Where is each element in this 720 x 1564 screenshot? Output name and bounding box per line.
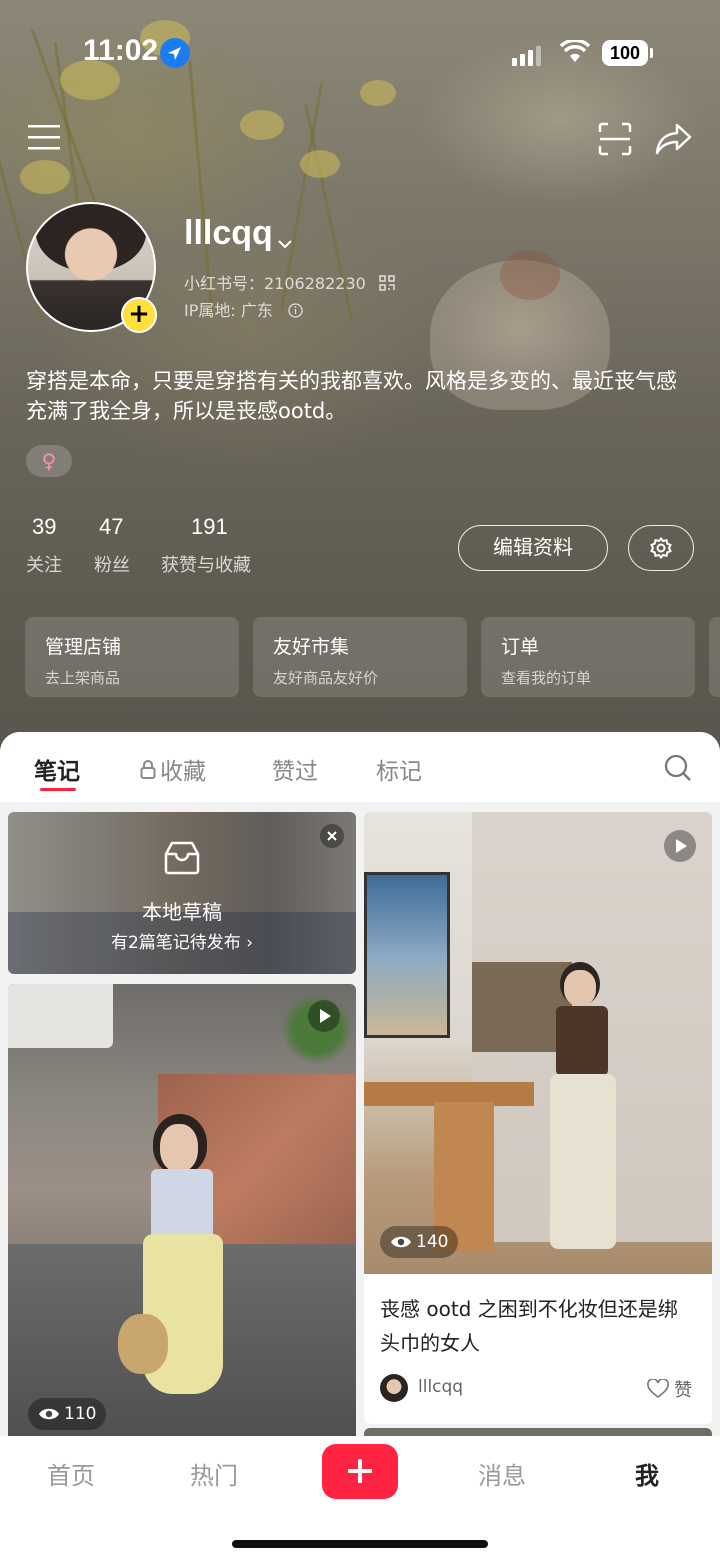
username: lllcqq: [184, 214, 273, 252]
search-icon[interactable]: [664, 754, 692, 786]
close-icon[interactable]: [320, 824, 344, 848]
tab-collections-label: 收藏: [160, 759, 206, 785]
tab-notes[interactable]: 笔记: [34, 752, 80, 786]
stat-following-value: 39: [32, 514, 57, 539]
tab-collections[interactable]: 收藏: [140, 752, 206, 786]
stat-likes-value: 191: [191, 514, 228, 539]
eye-icon: [39, 1408, 59, 1420]
nav-hot[interactable]: 热门: [190, 1456, 238, 1491]
heart-icon: [647, 1378, 669, 1399]
orders-card[interactable]: 订单 查看我的订单: [481, 617, 695, 697]
stat-followers-value: 47: [99, 514, 124, 539]
view-count: 140: [416, 1232, 449, 1252]
home-indicator: [232, 1540, 488, 1548]
stat-followers-label: 粉丝: [94, 555, 130, 576]
stat-following-label: 关注: [26, 555, 62, 576]
profile-bio: 穿搭是本命，只要是穿搭有关的我都喜欢。风格是多变的、最近丧气感充满了我全身，所以…: [26, 369, 677, 423]
nav-messages[interactable]: 消息: [478, 1456, 526, 1491]
card-subtitle: 查看我的订单: [501, 669, 592, 687]
scan-icon[interactable]: [598, 122, 632, 160]
ip-location-text: IP属地: 广东: [184, 301, 273, 320]
status-time: 11:02: [83, 34, 159, 67]
active-tab-underline: [40, 788, 76, 791]
info-icon[interactable]: [288, 303, 303, 322]
content-tabs: 笔记 收藏 赞过 标记: [0, 732, 720, 802]
card-title: 管理店铺: [45, 636, 122, 658]
drafts-box-icon: [162, 840, 202, 880]
status-bar: 11:02 100: [0, 0, 720, 100]
friendly-market-card[interactable]: 友好市集 友好商品友好价: [253, 617, 467, 697]
tab-tagged[interactable]: 标记: [376, 752, 422, 786]
view-count-badge: 110: [28, 1398, 107, 1430]
tab-liked[interactable]: 赞过: [272, 752, 318, 786]
post-image: 140: [364, 812, 712, 1274]
wifi-icon: [559, 38, 591, 68]
eye-icon: [391, 1236, 411, 1248]
card-subtitle: 去上架商品: [45, 669, 121, 687]
author-avatar[interactable]: [380, 1374, 408, 1402]
qr-code-icon[interactable]: [379, 275, 395, 295]
cellular-signal-icon: [512, 42, 546, 66]
menu-icon[interactable]: [28, 123, 62, 155]
lock-icon: [140, 760, 156, 784]
settings-button[interactable]: [628, 525, 694, 571]
post-card-left[interactable]: 110: [8, 984, 356, 1444]
user-id-text: 小红书号：2106282230: [184, 274, 366, 293]
plus-icon: [348, 1459, 372, 1483]
like-label: 赞: [674, 1380, 693, 1401]
gender-female-icon: ♀: [26, 445, 72, 477]
create-post-button[interactable]: [322, 1444, 398, 1499]
bottom-nav: 首页 热门 消息 我: [0, 1436, 720, 1564]
manage-store-card[interactable]: 管理店铺 去上架商品: [25, 617, 239, 697]
nav-me[interactable]: 我: [635, 1456, 659, 1491]
add-avatar-button[interactable]: +: [121, 297, 157, 333]
drafts-subtitle: 有2篇笔记待发布 ›: [110, 933, 254, 953]
more-card-peek[interactable]: [709, 617, 720, 697]
card-subtitle: 友好商品友好价: [273, 669, 379, 687]
post-title: 丧感 ootd 之困到不化妆但还是绑头巾的女人: [380, 1297, 678, 1355]
card-title: 友好市集: [273, 636, 350, 658]
battery-tip: [650, 48, 653, 58]
card-title: 订单: [501, 636, 540, 658]
ip-location: IP属地: 广东: [184, 297, 303, 322]
author-name[interactable]: lllcqq: [418, 1377, 463, 1397]
post-card-right[interactable]: 140 丧感 ootd 之困到不化妆但还是绑头巾的女人 lllcqq 赞: [364, 812, 712, 1424]
video-play-icon: [308, 1000, 340, 1032]
chevron-down-icon[interactable]: [278, 234, 292, 253]
nav-home[interactable]: 首页: [47, 1456, 95, 1491]
location-arrow-icon: [160, 38, 190, 68]
video-play-icon: [664, 830, 696, 862]
user-id: 小红书号：2106282230: [184, 270, 395, 295]
view-count-badge: 140: [380, 1226, 459, 1258]
edit-profile-button[interactable]: 编辑资料: [458, 525, 608, 571]
battery-indicator: 100: [602, 40, 648, 66]
local-drafts-card[interactable]: 本地草稿 有2篇笔记待发布 ›: [8, 812, 356, 974]
stat-likes-label: 获赞与收藏: [161, 555, 251, 576]
view-count: 110: [64, 1404, 97, 1424]
share-icon[interactable]: [655, 122, 693, 160]
drafts-title: 本地草稿: [142, 900, 222, 924]
gear-icon: [650, 537, 672, 559]
like-button[interactable]: 赞: [647, 1376, 692, 1402]
